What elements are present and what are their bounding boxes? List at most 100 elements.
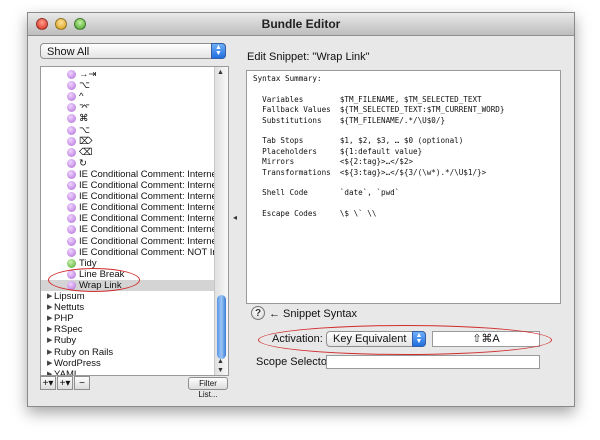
list-item[interactable]: ↻ — [41, 158, 214, 169]
list-item[interactable]: IE Conditional Comment: Internet Expl — [41, 236, 214, 247]
list-item-label: IE Conditional Comment: NOT Internet — [79, 246, 214, 258]
snippet-icon — [67, 225, 76, 235]
list-item[interactable]: →⇥ — [41, 69, 214, 80]
bundle-group-label: Nettuts — [54, 302, 85, 314]
snippet-icon — [67, 169, 76, 179]
vertical-scrollbar[interactable]: ▲ ▲ ▼ — [214, 67, 228, 375]
list-item[interactable]: IE Conditional Comment: NOT Internet — [41, 247, 214, 258]
snippet-icon — [67, 269, 76, 279]
list-item[interactable]: ⌥ — [41, 80, 214, 91]
list-item-label: IE Conditional Comment: Internet Expl — [79, 191, 214, 203]
help-button[interactable]: ? — [251, 306, 265, 320]
list-item[interactable]: IE Conditional Comment: Internet Expl — [41, 180, 214, 191]
scope-selector-field[interactable] — [326, 355, 540, 369]
window-title: Bundle Editor — [261, 17, 341, 31]
list-item-label: ⌥ — [79, 124, 90, 136]
snippet-icon — [67, 203, 76, 213]
popup-arrows-icon: ▲ ▼ — [412, 331, 426, 347]
list-item[interactable]: Line Break — [41, 269, 214, 280]
list-item[interactable]: ⌫ — [41, 147, 214, 158]
list-item[interactable]: ^ — [41, 91, 214, 102]
activation-popup[interactable]: Key Equivalent ▲ ▼ — [326, 331, 426, 347]
disclosure-triangle-icon[interactable]: ▶ — [47, 324, 52, 335]
list-item[interactable]: ⌤ — [41, 102, 214, 113]
snippet-icon — [67, 125, 76, 135]
snippet-icon — [67, 247, 76, 257]
list-item[interactable]: Wrap Link — [41, 279, 214, 291]
list-item-label: ↻ — [79, 157, 87, 169]
list-item[interactable]: Tidy — [41, 258, 214, 269]
snippet-icon — [67, 192, 76, 202]
list-item-label: ⌥ — [79, 80, 90, 92]
bundle-group-label: Lipsum — [54, 291, 85, 302]
add-group-button[interactable]: +▾ — [57, 376, 73, 390]
disclosure-triangle-icon[interactable]: ▶ — [47, 313, 52, 324]
snippet-icon — [67, 136, 76, 146]
show-filter-value: Show All — [47, 46, 90, 58]
show-filter-popup[interactable]: Show All ▲ ▼ — [40, 43, 226, 59]
list-item-label: IE Conditional Comment: Internet Expl — [79, 202, 214, 214]
bundle-group-row[interactable]: ▶ RSpec — [41, 324, 214, 335]
disclosure-triangle-icon[interactable]: ▶ — [47, 369, 52, 375]
disclosure-triangle-icon[interactable]: ▶ — [47, 347, 52, 358]
list-item-label: IE Conditional Comment: Internet Expl — [79, 235, 214, 247]
disclosure-triangle-icon[interactable]: ▶ — [47, 358, 52, 369]
list-item-label: ⌤ — [79, 102, 90, 114]
title-bar: Bundle Editor — [28, 13, 574, 36]
bundle-group-label: YAML — [54, 368, 80, 376]
list-item-label: IE Conditional Comment: Internet Expl — [79, 213, 214, 225]
key-equivalent-field[interactable]: ⇧⌘A — [432, 331, 540, 347]
list-item[interactable]: ⌦ — [41, 136, 214, 147]
list-item[interactable]: ⌥ — [41, 125, 214, 136]
list-item-label: IE Conditional Comment: Internet Expl — [79, 168, 214, 180]
split-view-handle-icon[interactable]: ◂ — [233, 213, 237, 222]
bundle-group-row[interactable]: ▶ Nettuts — [41, 302, 214, 313]
bundle-group-row[interactable]: ▶ Lipsum — [41, 291, 214, 302]
bundle-group-row[interactable]: ▶ Ruby — [41, 335, 214, 346]
snippet-icon — [67, 70, 76, 79]
add-item-button[interactable]: +▾ — [40, 376, 56, 390]
scroll-up-icon[interactable]: ▲ — [217, 69, 224, 76]
list-item[interactable]: IE Conditional Comment: Internet Expl — [41, 191, 214, 202]
snippet-icon — [67, 236, 76, 246]
list-item-label: Wrap Link — [79, 279, 122, 291]
list-item[interactable]: ⌘ — [41, 113, 214, 124]
list-item-label: IE Conditional Comment: Internet Expl — [79, 180, 214, 191]
bundle-group-label: RSpec — [54, 324, 83, 336]
list-item-label: ⌦ — [79, 135, 93, 147]
list-item[interactable]: IE Conditional Comment: Internet Expl — [41, 213, 214, 224]
snippet-icon — [67, 214, 76, 224]
list-item[interactable]: IE Conditional Comment: Internet Expl — [41, 169, 214, 180]
remove-item-button[interactable]: − — [74, 376, 90, 390]
snippet-editor[interactable]: Syntax Summary: Variables $TM_FILENAME, … — [246, 70, 561, 304]
list-item[interactable]: IE Conditional Comment: Internet Expl — [41, 202, 214, 213]
bundle-group-row[interactable]: ▶ PHP — [41, 313, 214, 324]
popup-arrows-icon: ▲ ▼ — [211, 43, 226, 59]
scroll-down-icon[interactable]: ▼ — [217, 367, 224, 374]
bundle-group-row[interactable]: ▶ Ruby on Rails — [41, 347, 214, 358]
bundle-editor-window: Bundle Editor Show All ▲ ▼ ▲ ▲ ▼ →⇥ ⌥ ^ ⌤ ⌘ ⌥ ⌦… — [27, 12, 575, 407]
snippet-icon — [67, 181, 76, 190]
snippet-text[interactable]: Syntax Summary: Variables $TM_FILENAME, … — [253, 74, 504, 220]
list-item[interactable]: IE Conditional Comment: Internet Expl — [41, 224, 214, 235]
scroll-up-icon[interactable]: ▲ — [217, 358, 224, 365]
filter-list-button[interactable]: Filter List... — [188, 377, 228, 399]
snippet-icon — [67, 147, 76, 157]
disclosure-triangle-icon[interactable]: ▶ — [47, 335, 52, 346]
snippet-icon — [67, 158, 76, 168]
scroll-thumb[interactable] — [217, 295, 226, 359]
disclosure-triangle-icon[interactable]: ▶ — [47, 291, 52, 302]
list-item-label: IE Conditional Comment: Internet Expl — [79, 224, 214, 236]
list-item-label: Tidy — [79, 257, 97, 269]
bundle-group-label: WordPress — [54, 357, 101, 369]
activation-type-value: Key Equivalent — [333, 333, 407, 345]
list-item-label: ⌫ — [79, 146, 93, 158]
disclosure-triangle-icon[interactable]: ▶ — [47, 302, 52, 313]
snippet-syntax-link[interactable]: ← Snippet Syntax — [269, 308, 357, 320]
bundle-group-label: Ruby on Rails — [54, 346, 114, 358]
bundle-group-row[interactable]: ▶ WordPress — [41, 358, 214, 369]
bundle-group-row[interactable]: ▶ YAML — [41, 368, 214, 376]
snippet-icon — [67, 92, 76, 102]
list-item-label: ⌘ — [79, 113, 89, 125]
bundle-item-list[interactable]: ▲ ▲ ▼ →⇥ ⌥ ^ ⌤ ⌘ ⌥ ⌦ ⌫ ↻ IE Conditional Comment: … — [40, 66, 229, 376]
